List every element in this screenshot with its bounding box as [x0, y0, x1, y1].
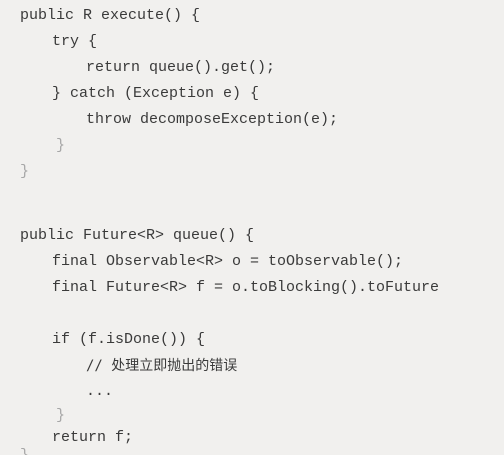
- code-line-close-queue: }: [20, 446, 29, 455]
- code-line-return-queue-get: return queue().get();: [86, 59, 276, 76]
- code-line-throw: throw decomposeException(e);: [86, 111, 339, 128]
- code-line-queue-signature: public Future<R> queue() {: [20, 227, 255, 244]
- code-line-ellipsis: ...: [86, 383, 114, 400]
- code-line-execute-signature: public R execute() {: [20, 7, 201, 24]
- code-line-close-catch: }: [56, 137, 66, 154]
- code-line-close-if: }: [56, 407, 66, 424]
- code-line-try: try {: [52, 33, 98, 50]
- code-line-comment: // 处理立即抛出的错误: [86, 358, 238, 374]
- code-line-if-is-done: if (f.isDone()) {: [52, 331, 206, 348]
- code-listing: public R execute() { try { return queue(…: [0, 0, 504, 455]
- code-line-return-f: return f;: [52, 429, 134, 446]
- code-line-observable-declaration: final Observable<R> o = toObservable();: [52, 253, 404, 270]
- code-line-close-execute: }: [20, 163, 30, 180]
- code-line-catch: } catch (Exception e) {: [52, 85, 260, 102]
- code-line-future-declaration: final Future<R> f = o.toBlocking().toFut…: [52, 279, 440, 296]
